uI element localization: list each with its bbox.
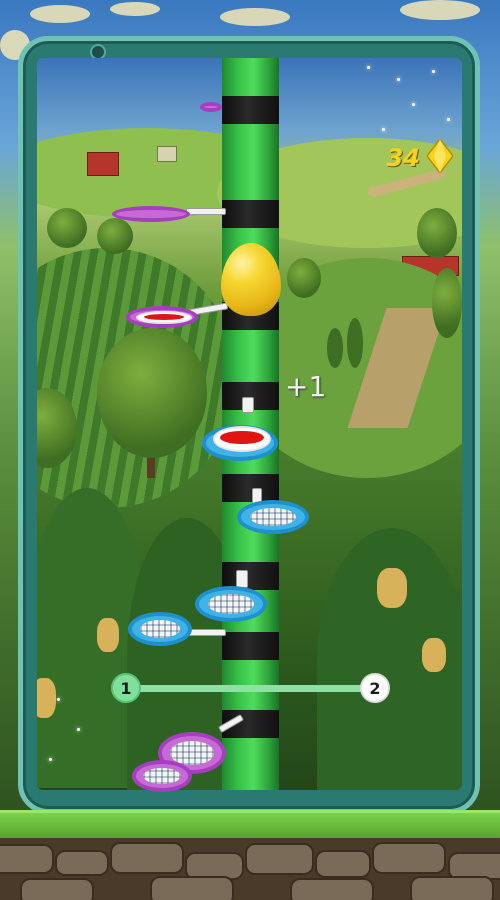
rock: [0, 844, 54, 874]
sparkle: [432, 70, 435, 73]
score-popup: +1: [285, 370, 327, 403]
gem-count: 34: [386, 144, 420, 172]
sparkle: [382, 128, 385, 131]
cloud: [110, 2, 160, 16]
bounce-pad: [136, 310, 192, 325]
sparkle: [447, 118, 450, 121]
bounce-pad: [212, 426, 272, 453]
rock: [150, 876, 234, 900]
rock: [110, 842, 184, 874]
platform-purple: [112, 206, 190, 222]
platform-blue: [128, 612, 192, 646]
cloud: [220, 8, 290, 26]
game-scene: +1 34 1 2: [0, 0, 500, 900]
yellow-diamond-gem-icon: [427, 139, 453, 173]
large-tree: [97, 328, 207, 458]
pole-band: [222, 632, 279, 660]
sparkle: [77, 728, 80, 731]
platform-arm: [186, 208, 226, 215]
sparkle: [367, 66, 370, 69]
platform-grate: [207, 594, 255, 614]
sparkle: [49, 758, 52, 761]
level-progress-fill: [126, 685, 363, 692]
tree: [432, 268, 462, 338]
cloud: [30, 5, 90, 23]
tree: [287, 258, 321, 298]
rock: [55, 850, 109, 876]
sparkle: [412, 103, 415, 106]
platform-grate: [143, 767, 181, 785]
rock: [315, 850, 371, 878]
platform-arm: [242, 397, 254, 413]
rock: [245, 843, 314, 875]
platform-arm: [236, 570, 248, 588]
platform-arm: [188, 629, 226, 636]
level-progress-bar: [126, 685, 375, 692]
rocky-ground: [0, 838, 500, 900]
tree: [417, 208, 457, 258]
platform-blue: [195, 586, 267, 622]
platform-grate: [170, 741, 214, 765]
sparkle: [397, 78, 400, 81]
platform-blue-bounce: [202, 425, 278, 461]
farmhouse: [157, 146, 177, 162]
pole-band: [222, 474, 279, 502]
corn-tassel: [422, 638, 446, 672]
platform-grate: [249, 508, 297, 526]
next-level-badge: 2: [360, 673, 390, 703]
pole-band: [222, 96, 279, 124]
platform-purple-bounce: [126, 306, 198, 328]
cloud: [400, 0, 480, 20]
cypress-tree: [327, 328, 343, 368]
corn-tassel: [377, 568, 407, 608]
rock: [410, 876, 494, 900]
platform-grate: [139, 620, 181, 638]
pole-band: [222, 200, 279, 228]
rock: [372, 842, 446, 874]
helix-pole: [222, 58, 279, 790]
platform-far: [200, 102, 222, 112]
rock: [20, 878, 94, 900]
platform-blue: [237, 500, 309, 534]
sparkle: [57, 698, 60, 701]
corn-tassel: [37, 678, 56, 718]
rock: [290, 878, 374, 900]
current-level-badge: 1: [111, 673, 141, 703]
platform-purple: [132, 760, 192, 792]
tree: [97, 218, 133, 254]
tree: [47, 208, 87, 248]
cypress-tree: [347, 318, 363, 368]
red-barn: [87, 152, 119, 176]
corn-tassel: [97, 618, 119, 652]
